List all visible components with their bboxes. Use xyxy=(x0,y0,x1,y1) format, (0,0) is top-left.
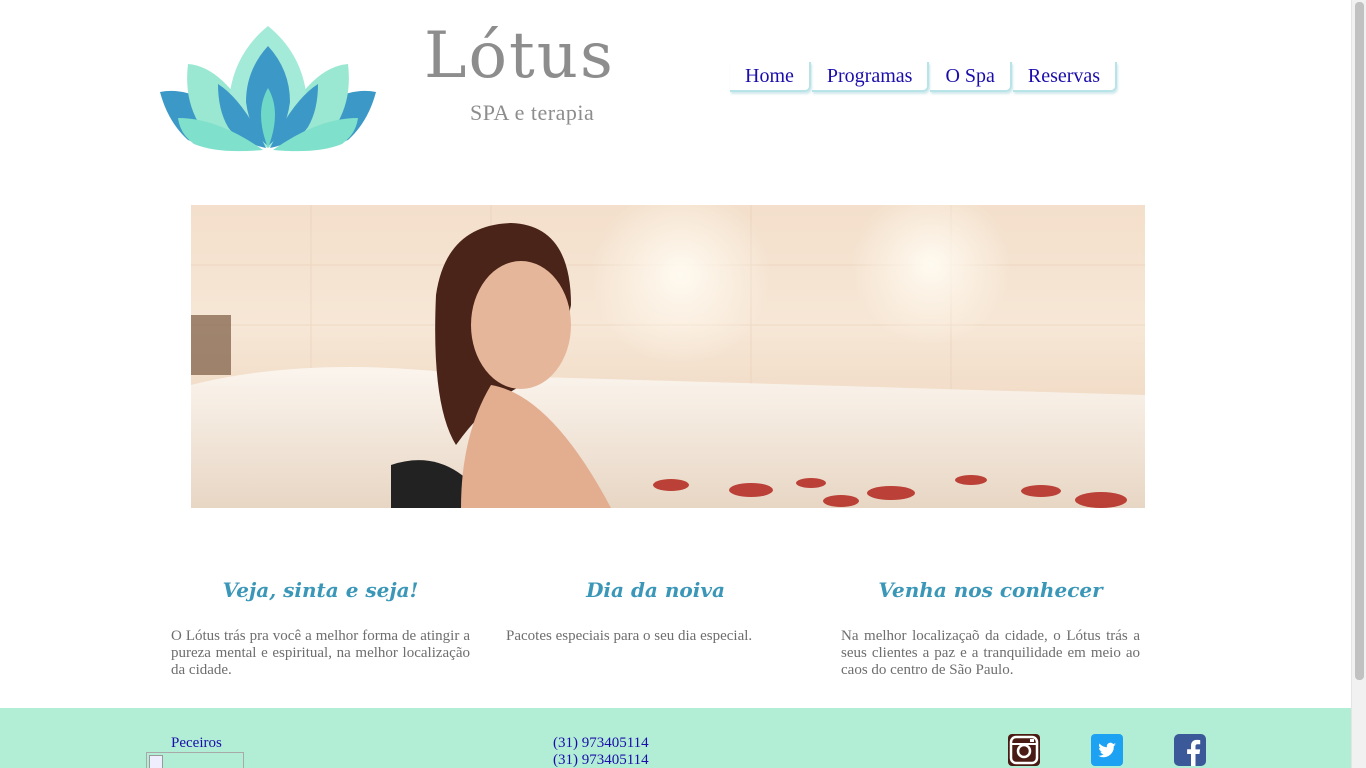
nav-home[interactable]: Home xyxy=(730,62,811,92)
main-nav: Home Programas O Spa Reservas xyxy=(730,62,1118,92)
feature-dia-da-noiva: Dia da noiva Pacotes especiais para o se… xyxy=(506,576,805,645)
phone-list: (31) 973405114 (31) 973405114 xyxy=(553,735,649,768)
nav-o-spa[interactable]: O Spa xyxy=(930,62,1012,92)
scrollbar-thumb[interactable] xyxy=(1355,2,1364,680)
partner-image xyxy=(146,752,244,768)
twitter-icon[interactable] xyxy=(1091,734,1123,766)
feature-text: Pacotes especiais para o seu dia especia… xyxy=(506,628,753,644)
feature-veja-sinta: Veja, sinta e seja! O Lótus trás pra voc… xyxy=(171,576,470,679)
footer: Peceiros (31) 973405114 (31) 973405114 xyxy=(0,708,1351,768)
brand-name: Lótus xyxy=(424,19,615,93)
nav-reservas[interactable]: Reservas xyxy=(1012,62,1118,92)
feature-title: Veja, sinta e seja! xyxy=(222,578,419,602)
instagram-icon[interactable] xyxy=(1008,734,1040,766)
brand-tagline: SPA e terapia xyxy=(470,100,595,125)
phone-number[interactable]: (31) 973405114 xyxy=(553,735,649,752)
feature-title: Dia da noiva xyxy=(586,578,725,602)
partners-link[interactable]: Peceiros xyxy=(171,735,222,752)
hero-image xyxy=(191,205,1145,508)
broken-image-icon xyxy=(149,755,163,768)
phone-number[interactable]: (31) 973405114 xyxy=(553,752,649,768)
vertical-scrollbar[interactable] xyxy=(1351,0,1366,768)
feature-text: O Lótus trás pra você a melhor forma de … xyxy=(171,628,470,678)
feature-text: Na melhor localizaçaõ da cidade, o Lótus… xyxy=(841,628,1140,678)
feature-venha-conhecer: Venha nos conhecer Na melhor localizaçaõ… xyxy=(841,576,1140,679)
brand-logo[interactable]: Lótus SPA e terapia xyxy=(424,18,648,130)
page: Lótus SPA e terapia Home Programas O Spa… xyxy=(0,0,1351,768)
feature-title: Venha nos conhecer xyxy=(878,578,1103,602)
lotus-logo-icon[interactable] xyxy=(158,22,378,154)
nav-programas[interactable]: Programas xyxy=(811,62,930,92)
facebook-icon[interactable] xyxy=(1174,734,1206,766)
